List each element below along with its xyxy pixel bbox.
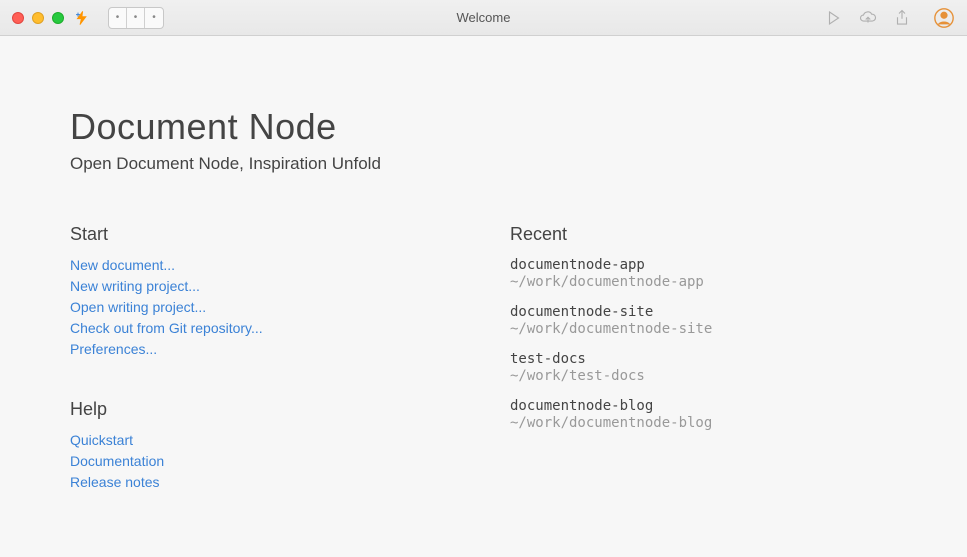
welcome-content: Document Node Open Document Node, Inspir… [0, 36, 967, 557]
start-heading: Start [70, 224, 470, 245]
columns: Start New document... New writing projec… [70, 224, 897, 495]
recent-item[interactable]: documentnode-blog ~/work/documentnode-bl… [510, 398, 897, 431]
app-subtitle: Open Document Node, Inspiration Unfold [70, 154, 897, 174]
play-icon[interactable] [825, 9, 843, 27]
start-links: New document... New writing project... O… [70, 257, 470, 359]
minimize-window-button[interactable] [32, 12, 44, 24]
recent-item-path: ~/work/documentnode-site [510, 321, 897, 337]
open-writing-project-link[interactable]: Open writing project... [70, 299, 206, 315]
recent-item-path: ~/work/test-docs [510, 368, 897, 384]
recent-item[interactable]: documentnode-app ~/work/documentnode-app [510, 257, 897, 290]
recent-list: documentnode-app ~/work/documentnode-app… [510, 257, 897, 431]
right-column: Recent documentnode-app ~/work/documentn… [510, 224, 897, 495]
new-writing-project-link[interactable]: New writing project... [70, 278, 200, 294]
recent-heading: Recent [510, 224, 897, 245]
recent-item[interactable]: test-docs ~/work/test-docs [510, 351, 897, 384]
account-icon[interactable] [933, 7, 955, 29]
release-notes-link[interactable]: Release notes [70, 474, 160, 490]
view-mode-3[interactable]: • [145, 8, 163, 28]
view-mode-1[interactable]: • [109, 8, 127, 28]
cloud-upload-icon[interactable] [859, 9, 877, 27]
close-window-button[interactable] [12, 12, 24, 24]
recent-item-name: documentnode-app [510, 257, 897, 273]
view-mode-segment: • • • [108, 7, 164, 29]
start-section: Start New document... New writing projec… [70, 224, 470, 359]
view-mode-2[interactable]: • [127, 8, 145, 28]
help-section: Help Quickstart Documentation Release no… [70, 399, 470, 492]
recent-item-name: documentnode-site [510, 304, 897, 320]
traffic-lights [12, 12, 64, 24]
checkout-git-link[interactable]: Check out from Git repository... [70, 320, 263, 336]
window-title: Welcome [457, 10, 511, 25]
share-icon[interactable] [893, 9, 911, 27]
recent-item-name: documentnode-blog [510, 398, 897, 414]
toolbar-right [825, 7, 955, 29]
quickstart-link[interactable]: Quickstart [70, 432, 133, 448]
documentation-link[interactable]: Documentation [70, 453, 164, 469]
titlebar: • • • Welcome [0, 0, 967, 36]
new-document-link[interactable]: New document... [70, 257, 175, 273]
recent-item-name: test-docs [510, 351, 897, 367]
maximize-window-button[interactable] [52, 12, 64, 24]
recent-item[interactable]: documentnode-site ~/work/documentnode-si… [510, 304, 897, 337]
left-column: Start New document... New writing projec… [70, 224, 470, 495]
help-heading: Help [70, 399, 470, 420]
preferences-link[interactable]: Preferences... [70, 341, 157, 357]
recent-item-path: ~/work/documentnode-app [510, 274, 897, 290]
app-title: Document Node [70, 106, 897, 148]
lightning-icon[interactable] [74, 9, 90, 27]
recent-item-path: ~/work/documentnode-blog [510, 415, 897, 431]
help-links: Quickstart Documentation Release notes [70, 432, 470, 492]
